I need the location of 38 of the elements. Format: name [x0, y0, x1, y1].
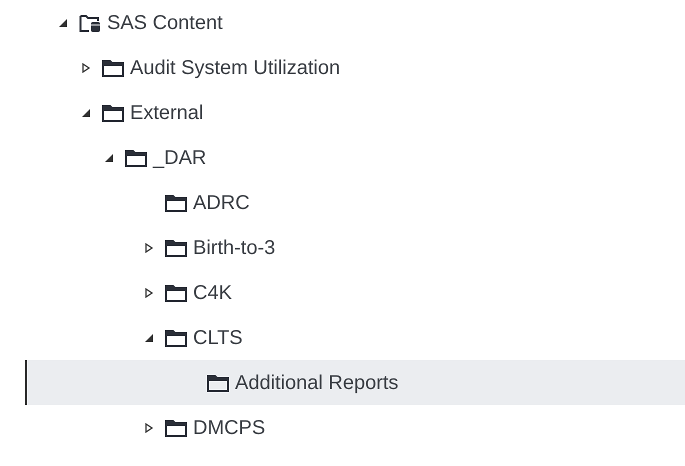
collapsed-arrow-icon[interactable]: [144, 242, 154, 252]
folder-icon: [165, 284, 187, 302]
tree-item[interactable]: CLTS: [25, 315, 685, 360]
tree-item[interactable]: _DAR: [25, 135, 685, 180]
tree-item[interactable]: Birth-to-3: [25, 225, 685, 270]
expanded-arrow-icon[interactable]: [104, 152, 114, 162]
tree-item[interactable]: ADRC: [25, 180, 685, 225]
item-label: DMCPS: [193, 416, 266, 440]
item-label: _DAR: [153, 146, 206, 170]
tree-item[interactable]: SAS Content: [25, 0, 685, 45]
folder-icon: [165, 194, 187, 212]
collapsed-arrow-icon[interactable]: [144, 288, 154, 298]
item-label: External: [130, 100, 204, 126]
tree-item[interactable]: Additional Reports: [25, 360, 685, 405]
tree-item[interactable]: Audit System Utilization: [25, 45, 685, 90]
folder-icon: [165, 328, 187, 346]
item-label: ADRC: [193, 190, 250, 216]
folder-icon: [102, 58, 124, 76]
tree-item[interactable]: DMCPS: [25, 405, 685, 450]
folder-icon: [102, 104, 124, 122]
folder-icon: [207, 374, 229, 392]
item-label: SAS Content: [107, 10, 223, 36]
folder-database-icon: [79, 12, 101, 32]
expanded-arrow-icon[interactable]: [58, 18, 68, 28]
expanded-arrow-icon[interactable]: [144, 332, 154, 342]
collapsed-arrow-icon[interactable]: [81, 62, 91, 72]
folder-icon: [165, 418, 187, 436]
expanded-arrow-icon[interactable]: [81, 108, 91, 118]
item-label: Birth-to-3: [193, 236, 276, 260]
folder-icon: [125, 148, 147, 166]
item-label: CLTS: [193, 326, 243, 350]
folder-icon: [165, 238, 187, 256]
collapsed-arrow-icon[interactable]: [144, 422, 154, 432]
tree-item[interactable]: External: [25, 90, 685, 135]
item-label: C4K: [193, 280, 232, 306]
tree-item[interactable]: C4K: [25, 270, 685, 315]
item-label: Audit System Utilization: [130, 56, 340, 80]
item-label: Additional Reports: [235, 370, 398, 396]
